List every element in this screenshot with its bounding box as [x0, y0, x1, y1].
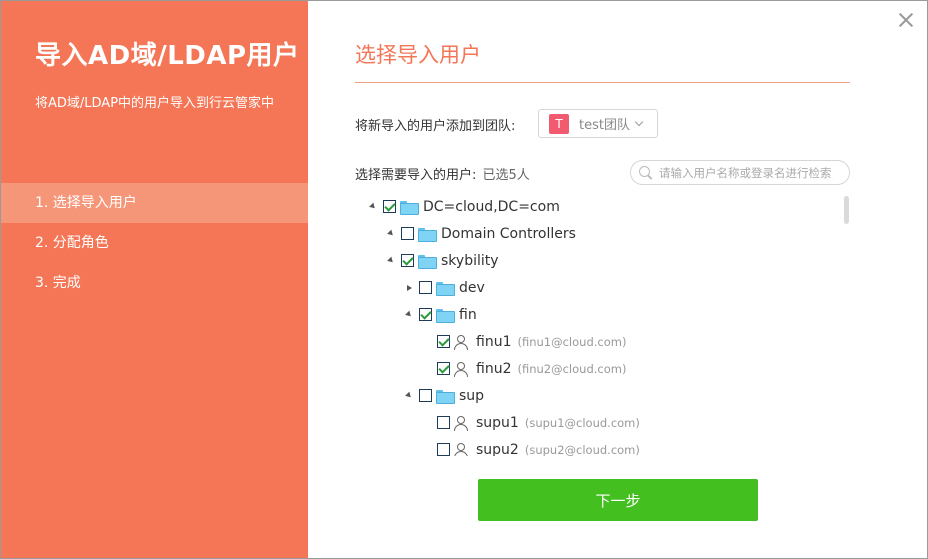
user-icon [454, 415, 468, 431]
tree-folder-row[interactable]: sup [405, 382, 484, 409]
tree-checkbox[interactable] [419, 281, 432, 294]
tree-user-row[interactable]: supu2 (supu2@cloud.com) [423, 436, 640, 456]
user-icon [454, 334, 468, 350]
tree-checkbox[interactable] [437, 362, 450, 375]
step-list: 1. 选择导入用户 2. 分配角色 3. 完成 [1, 183, 308, 303]
user-icon [454, 361, 468, 377]
users-label-row: 选择需要导入的用户: 已选5人 [355, 164, 530, 183]
tree-node-label: finu2 [476, 360, 512, 377]
chevron-down-icon [634, 117, 644, 126]
user-icon [454, 442, 468, 456]
tree-folder-row[interactable]: DC=cloud,DC=com [369, 193, 560, 220]
sidebar-title: 导入AD域/LDAP用户 [35, 41, 300, 71]
import-users-dialog: 导入AD域/LDAP用户 将AD域/LDAP中的用户导入到行云管家中 1. 选择… [0, 0, 928, 559]
tree-user-row[interactable]: finu2 (finu2@cloud.com) [423, 355, 626, 382]
close-icon[interactable] [897, 11, 915, 29]
tree-node-email: (supu1@cloud.com) [524, 415, 640, 430]
folder-icon [436, 308, 455, 323]
sidebar: 导入AD域/LDAP用户 将AD域/LDAP中的用户导入到行云管家中 1. 选择… [1, 1, 308, 558]
tree-checkbox[interactable] [437, 416, 450, 429]
search-icon [639, 165, 653, 180]
tree-node-label: finu1 [476, 333, 512, 350]
tree-checkbox[interactable] [383, 200, 396, 213]
folder-icon [418, 227, 437, 242]
step-assign-roles[interactable]: 2. 分配角色 [1, 223, 308, 263]
title-divider [355, 82, 850, 83]
tree-node-email: (supu2@cloud.com) [524, 442, 640, 457]
team-badge: T [549, 113, 569, 134]
tree-checkbox[interactable] [437, 443, 450, 456]
folder-icon [436, 281, 455, 296]
tree-node-label: fin [459, 306, 477, 323]
collapse-arrow-icon[interactable] [387, 229, 395, 238]
user-tree: DC=cloud,DC=com Domain Controllers skybili… [355, 193, 849, 456]
tree-folder-row[interactable]: dev [405, 274, 485, 301]
collapse-arrow-icon[interactable] [387, 256, 395, 265]
selected-count: 已选5人 [482, 168, 530, 183]
step-select-users[interactable]: 1. 选择导入用户 [1, 183, 308, 223]
tree-user-row[interactable]: supu1 (supu1@cloud.com) [423, 409, 640, 436]
team-label: 将新导入的用户添加到团队: [355, 119, 516, 134]
tree-checkbox[interactable] [419, 389, 432, 402]
expand-arrow-icon[interactable] [407, 284, 412, 291]
team-dropdown[interactable]: T test团队 [538, 109, 658, 138]
team-name: test团队 [579, 118, 630, 133]
sidebar-description: 将AD域/LDAP中的用户导入到行云管家中 [35, 96, 275, 111]
tree-node-label: sup [459, 387, 485, 404]
tree-node-label: DC=cloud,DC=com [423, 198, 560, 215]
tree-checkbox[interactable] [437, 335, 450, 348]
tree-node-label: dev [459, 279, 485, 296]
search-input[interactable] [659, 165, 849, 180]
folder-icon [400, 200, 419, 215]
tree-user-row[interactable]: finu1 (finu1@cloud.com) [423, 328, 626, 355]
tree-node-label: Domain Controllers [441, 225, 576, 242]
collapse-arrow-icon[interactable] [405, 391, 413, 400]
tree-node-label: skybility [441, 252, 499, 269]
folder-icon [418, 254, 437, 269]
section-title: 选择导入用户 [355, 43, 481, 67]
tree-node-email: (finu2@cloud.com) [517, 361, 627, 376]
tree-node-label: supu1 [476, 414, 519, 431]
tree-folder-row[interactable]: skybility [387, 247, 499, 274]
tree-node-label: supu2 [476, 441, 519, 457]
tree-checkbox[interactable] [419, 308, 432, 321]
tree-folder-row[interactable]: fin [405, 301, 477, 328]
search-box [630, 160, 850, 185]
tree-checkbox[interactable] [401, 227, 414, 240]
tree-scrollbar[interactable] [844, 196, 849, 224]
tree-checkbox[interactable] [401, 254, 414, 267]
tree-folder-row[interactable]: Domain Controllers [387, 220, 576, 247]
step-finish[interactable]: 3. 完成 [1, 263, 308, 303]
users-label: 选择需要导入的用户: [355, 168, 477, 183]
collapse-arrow-icon[interactable] [405, 310, 413, 319]
tree-node-email: (finu1@cloud.com) [517, 334, 627, 349]
folder-icon [436, 389, 455, 404]
collapse-arrow-icon[interactable] [369, 202, 377, 211]
next-button[interactable]: 下一步 [478, 479, 758, 521]
